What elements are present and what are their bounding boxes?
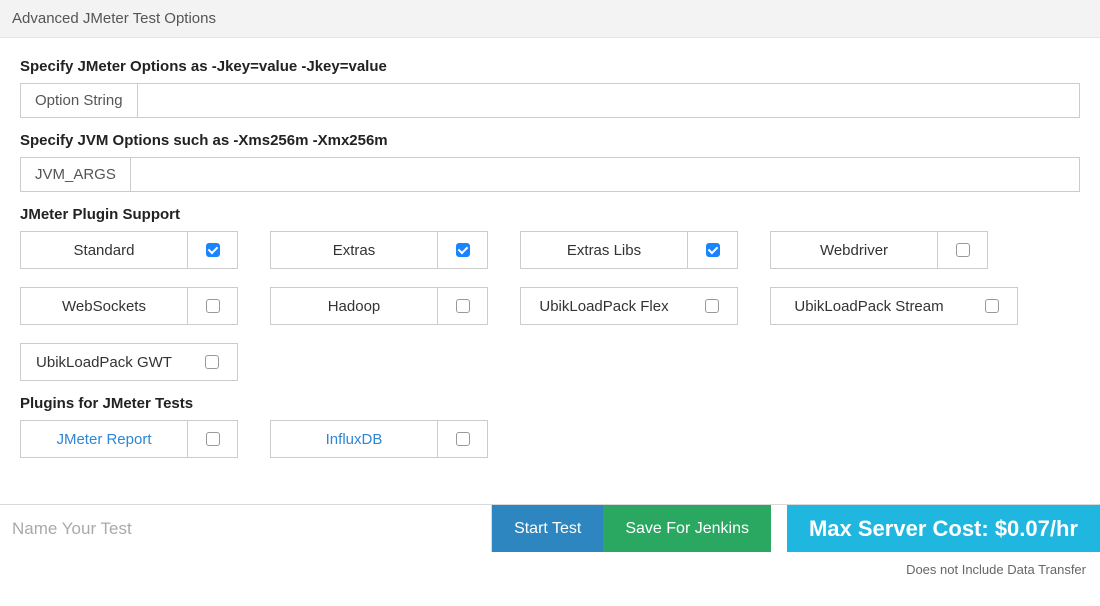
jmeter-options-addon: Option String [20,83,137,118]
plugin-ubik-stream: UbikLoadPack Stream [770,287,1018,325]
checkbox-webdriver[interactable] [956,243,970,257]
plugin-hadoop: Hadoop [270,287,488,325]
checkbox-websockets[interactable] [206,299,220,313]
plugin-link-label[interactable]: JMeter Report [21,421,187,457]
plugin-ubik-flex: UbikLoadPack Flex [520,287,738,325]
plugin-support-grid: Standard Extras Extras Libs Webdriver We… [20,231,1080,381]
checkbox-jmeter-report[interactable] [206,432,220,446]
plugin-check-wrap [187,288,237,324]
checkbox-ubik-stream[interactable] [985,299,999,313]
jmeter-options-input[interactable] [137,83,1080,118]
section-body: Specify JMeter Options as -Jkey=value -J… [0,38,1100,482]
start-test-button[interactable]: Start Test [492,505,603,552]
plugin-check-wrap [187,421,237,457]
plugin-check-wrap [187,232,237,268]
plugin-label: Standard [21,232,187,268]
section-header: Advanced JMeter Test Options [0,0,1100,38]
checkbox-influxdb[interactable] [456,432,470,446]
plugin-extras: Extras [270,231,488,269]
cost-disclaimer: Does not Include Data Transfer [0,552,1100,577]
checkbox-ubik-flex[interactable] [705,299,719,313]
plugin-check-wrap [967,288,1017,324]
plugin-check-wrap [187,344,237,380]
plugin-webdriver: Webdriver [770,231,988,269]
plugin-check-wrap [437,288,487,324]
plugin-link-label[interactable]: InfluxDB [271,421,437,457]
plugin-ubik-gwt: UbikLoadPack GWT [20,343,238,381]
plugin-label: Webdriver [771,232,937,268]
jvm-options-group: JVM_ARGS [20,157,1080,192]
plugin-check-wrap [687,232,737,268]
section-title: Advanced JMeter Test Options [12,10,216,27]
checkbox-standard[interactable] [206,243,220,257]
plugin-label: UbikLoadPack Stream [771,288,967,324]
jvm-options-input[interactable] [130,157,1080,192]
jmeter-options-label: Specify JMeter Options as -Jkey=value -J… [20,58,1080,75]
jmeter-options-group: Option String [20,83,1080,118]
jvm-options-addon: JVM_ARGS [20,157,130,192]
plugin-jmeter-report: JMeter Report [20,420,238,458]
plugin-check-wrap [937,232,987,268]
plugin-check-wrap [437,421,487,457]
plugins-for-tests-label: Plugins for JMeter Tests [20,395,1080,412]
test-name-input[interactable] [0,505,492,552]
plugin-standard: Standard [20,231,238,269]
plugin-label: Hadoop [271,288,437,324]
checkbox-extras-libs[interactable] [706,243,720,257]
plugin-support-label: JMeter Plugin Support [20,206,1080,223]
checkbox-hadoop[interactable] [456,299,470,313]
max-server-cost: Max Server Cost: $0.07/hr [787,505,1100,552]
checkbox-extras[interactable] [456,243,470,257]
plugin-extras-libs: Extras Libs [520,231,738,269]
plugin-label: UbikLoadPack GWT [21,344,187,380]
plugin-check-wrap [687,288,737,324]
save-for-jenkins-button[interactable]: Save For Jenkins [603,505,771,552]
plugin-label: UbikLoadPack Flex [521,288,687,324]
plugin-label: Extras Libs [521,232,687,268]
checkbox-ubik-gwt[interactable] [205,355,219,369]
plugin-label: WebSockets [21,288,187,324]
plugins-for-tests-grid: JMeter Report InfluxDB [20,420,1080,458]
plugin-websockets: WebSockets [20,287,238,325]
plugin-check-wrap [437,232,487,268]
bottom-bar: Start Test Save For Jenkins Max Server C… [0,504,1100,552]
jvm-options-label: Specify JVM Options such as -Xms256m -Xm… [20,132,1080,149]
plugin-label: Extras [271,232,437,268]
plugin-influxdb: InfluxDB [270,420,488,458]
